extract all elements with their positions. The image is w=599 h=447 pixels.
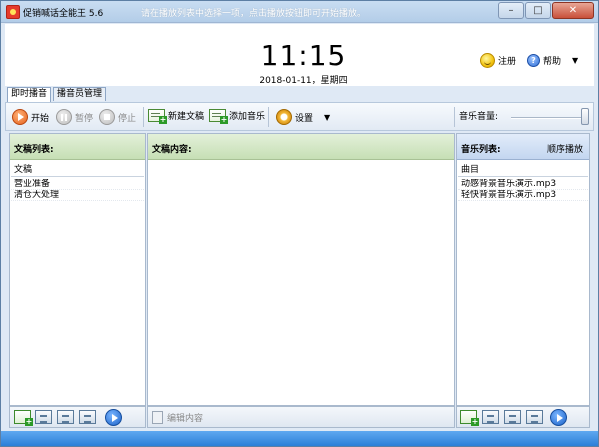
new-document-icon <box>148 109 167 124</box>
list-item[interactable]: 动感背景音乐演示.mp3 <box>458 179 588 190</box>
move-up-icon[interactable] <box>504 410 521 424</box>
register-label: 注册 <box>498 57 517 67</box>
remove-track-icon[interactable] <box>482 410 499 424</box>
music-list-actions <box>456 406 590 428</box>
content-actions: 编辑内容 <box>147 406 455 428</box>
start-button[interactable]: 开始 <box>12 109 49 125</box>
pause-icon <box>56 109 72 125</box>
edit-content-button[interactable]: 编辑内容 <box>152 411 203 424</box>
app-logo-icon <box>6 5 20 19</box>
list-item[interactable]: 轻快背景音乐演示.mp3 <box>458 190 588 201</box>
document-content-panel: 文稿内容: <box>147 133 455 406</box>
window-controls: – □ ✕ <box>498 2 594 19</box>
clock-header: 11:15 2018-01-11，星期四 注册 ? 帮助 ▼ <box>5 24 594 86</box>
toolbar-divider <box>143 107 144 127</box>
track-column-header[interactable]: 曲目 <box>458 164 588 177</box>
app-window: 促销喊话全能王 5.6 请在播放列表中选择一项，点击播放按钮即可开始播放。 – … <box>0 0 599 447</box>
window-title: 促销喊话全能王 5.6 <box>23 9 104 19</box>
maximize-button[interactable]: □ <box>525 2 551 19</box>
list-item[interactable]: 营业准备 <box>11 179 144 190</box>
music-list-header: 音乐列表: 顺序播放 <box>457 134 589 160</box>
tab-live-broadcast[interactable]: 即时播音 <box>7 87 52 102</box>
document-list-actions <box>9 406 146 428</box>
stop-icon <box>99 109 115 125</box>
add-music-button[interactable]: 添加音乐 <box>209 109 266 124</box>
add-music-label: 添加音乐 <box>229 112 266 122</box>
pause-label: 暂停 <box>75 113 94 124</box>
stop-button[interactable]: 停止 <box>99 109 136 125</box>
move-up-icon[interactable] <box>57 410 74 424</box>
document-list-panel: 文稿列表: 文稿 营业准备 清仓大处理 <box>9 133 146 406</box>
document-list: 营业准备 清仓大处理 <box>11 179 144 201</box>
move-down-icon[interactable] <box>526 410 543 424</box>
scrolling-message: 请在播放列表中选择一项，点击播放按钮即可开始播放。 <box>141 9 367 19</box>
help-icon: ? <box>527 54 540 67</box>
help-label: 帮助 <box>543 57 562 67</box>
play-order-toggle[interactable]: 顺序播放 <box>547 142 583 155</box>
smiley-icon <box>480 53 495 68</box>
toolbar-divider <box>454 107 455 127</box>
document-content-header: 文稿内容: <box>148 134 454 160</box>
chevron-down-icon: ▼ <box>324 112 331 122</box>
add-music-track-icon[interactable] <box>460 410 479 426</box>
edit-content-label: 编辑内容 <box>167 414 204 424</box>
status-bar <box>1 431 598 446</box>
play-document-icon[interactable] <box>105 409 122 426</box>
play-track-icon[interactable] <box>550 409 567 426</box>
volume-slider-track[interactable] <box>511 117 589 119</box>
volume-slider-thumb[interactable] <box>581 108 589 125</box>
help-menu-button[interactable]: ? 帮助 ▼ <box>527 54 578 67</box>
music-list: 动感背景音乐演示.mp3 轻快背景音乐演示.mp3 <box>458 179 588 201</box>
music-list-title: 音乐列表: <box>461 145 501 155</box>
list-item[interactable]: 清仓大处理 <box>11 190 144 201</box>
new-document-label: 新建文稿 <box>168 112 205 122</box>
toolbar: 开始 暂停 停止 新建文稿 添加音乐 设置 ▼ 音乐音量: <box>5 102 594 131</box>
register-button[interactable]: 注册 <box>480 53 516 68</box>
settings-label: 设置 <box>295 113 314 124</box>
main-tabs: 即时播音 播音员管理 <box>7 87 107 102</box>
volume-label: 音乐音量: <box>459 112 499 122</box>
move-down-icon[interactable] <box>79 410 96 424</box>
minimize-button[interactable]: – <box>498 2 524 19</box>
close-button[interactable]: ✕ <box>552 2 594 19</box>
chevron-down-icon: ▼ <box>572 56 579 65</box>
add-music-icon <box>209 109 228 124</box>
document-column-header[interactable]: 文稿 <box>11 164 144 177</box>
music-list-panel: 音乐列表: 顺序播放 曲目 动感背景音乐演示.mp3 轻快背景音乐演示.mp3 <box>456 133 590 406</box>
play-icon <box>12 109 28 125</box>
document-list-header: 文稿列表: <box>10 134 145 160</box>
page-icon <box>152 411 163 424</box>
edit-document-icon[interactable] <box>35 410 52 424</box>
stop-label: 停止 <box>118 113 137 124</box>
toolbar-divider <box>268 107 269 127</box>
clock-date: 2018-01-11，星期四 <box>259 76 348 86</box>
new-document-button[interactable]: 新建文稿 <box>148 109 205 124</box>
start-label: 开始 <box>31 113 50 124</box>
settings-menu-button[interactable]: 设置 ▼ <box>276 109 330 125</box>
gear-icon <box>276 109 292 125</box>
title-bar[interactable]: 促销喊话全能王 5.6 请在播放列表中选择一项，点击播放按钮即可开始播放。 – … <box>1 1 598 23</box>
add-document-icon[interactable] <box>14 410 33 426</box>
tab-announcer-management[interactable]: 播音员管理 <box>53 87 107 101</box>
pause-button[interactable]: 暂停 <box>56 109 93 125</box>
